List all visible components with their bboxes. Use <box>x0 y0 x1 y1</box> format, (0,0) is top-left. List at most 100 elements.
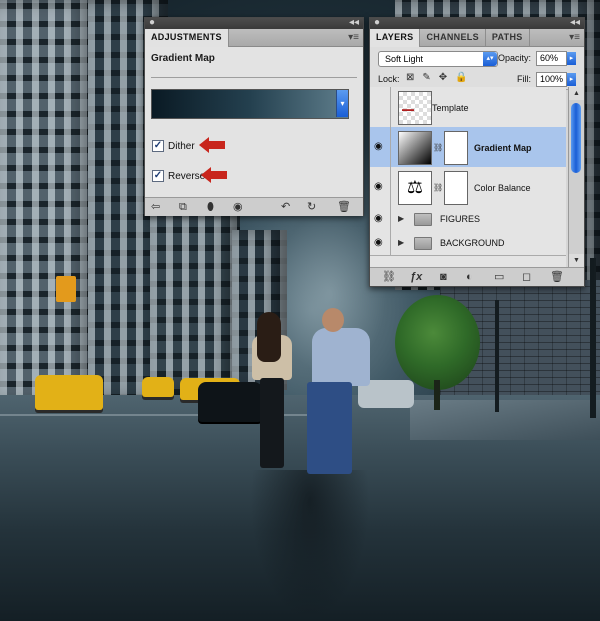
lock-all-icon[interactable]: 🔒 <box>455 72 467 83</box>
layer-color-balance[interactable]: ◉ ⚖ ⛓ Color Balance <box>370 167 566 208</box>
visibility-toggle[interactable]: ◉ <box>370 207 391 231</box>
gradient-dropdown-button[interactable]: ▾ <box>336 90 348 117</box>
dither-option[interactable]: ✓ Dither <box>152 140 195 152</box>
layer-name: FIGURES <box>440 214 481 224</box>
layer-gradient-map[interactable]: ◉ ⛓ Gradient Map <box>370 127 566 168</box>
scroll-up-icon[interactable]: ▲ <box>569 87 584 100</box>
lock-image-icon[interactable]: ✎ <box>422 72 430 83</box>
adjustments-panel: ● ◂◂ ADJUSTMENTS ▾≡ Gradient Map ▾ ✓ Dit… <box>144 17 364 216</box>
clip-to-layer-icon[interactable]: ⬮ <box>207 200 214 214</box>
layer-mask-thumbnail[interactable] <box>444 131 468 165</box>
visibility-toggle[interactable]: ◉ <box>370 127 391 167</box>
reset-icon[interactable]: ↻ <box>307 200 316 214</box>
visibility-toggle[interactable] <box>370 87 391 127</box>
color-balance-scale-icon: ⚖ <box>398 171 432 205</box>
eye-icon[interactable]: ◉ <box>374 213 383 224</box>
layers-footer: ⛓ ƒx ◙ ◐ ▭ ◻ 🗑 <box>370 267 584 286</box>
visibility-toggle[interactable]: ◉ <box>370 167 391 207</box>
layer-mask-thumbnail[interactable] <box>444 171 468 205</box>
layer-name: Gradient Map <box>474 143 532 153</box>
man-legs <box>307 382 352 474</box>
new-group-icon[interactable]: ▭ <box>494 270 504 284</box>
red-arrow-icon <box>201 167 227 183</box>
collapse-panel-icon[interactable]: ◂◂ <box>349 17 359 28</box>
new-layer-icon[interactable]: ◻ <box>522 270 531 284</box>
blend-mode-select[interactable]: Soft Light ▴▾ <box>378 51 498 67</box>
opacity-label: Opacity: <box>498 53 532 63</box>
building-mid <box>150 210 240 395</box>
delete-layer-icon[interactable]: 🗑 <box>550 270 564 284</box>
fill-label: Fill: <box>517 74 531 84</box>
eye-icon[interactable]: ◉ <box>374 181 383 192</box>
expand-group-icon[interactable]: ▶ <box>398 238 404 247</box>
back-arrow-icon[interactable]: ⇦ <box>151 200 160 214</box>
eye-icon[interactable]: ◉ <box>374 237 383 248</box>
eye-icon[interactable]: ◉ <box>374 141 383 152</box>
reverse-option[interactable]: ✓ Reverse <box>152 170 205 182</box>
reverse-checkbox[interactable]: ✓ <box>152 170 164 182</box>
folder-icon <box>414 237 432 250</box>
layer-style-fx-icon[interactable]: ƒx <box>410 270 422 284</box>
collapse-panel-icon[interactable]: ◂◂ <box>570 17 580 28</box>
fill-input[interactable]: 100% <box>536 72 567 87</box>
layer-name: BACKGROUND <box>440 238 505 248</box>
adjustments-body: Gradient Map ▾ ✓ Dither ✓ Reverse <box>145 47 363 197</box>
black-car <box>198 382 262 422</box>
traffic-light <box>56 276 76 302</box>
close-panel-icon[interactable]: ● <box>149 17 155 28</box>
scrollbar-thumb[interactable] <box>571 103 581 173</box>
close-panel-icon[interactable]: ● <box>374 17 380 28</box>
blend-mode-dropdown-icon[interactable]: ▴▾ <box>483 52 497 66</box>
street-lamp <box>495 300 499 412</box>
layer-thumbnail: ▬▬ <box>398 91 432 125</box>
scroll-down-icon[interactable]: ▼ <box>569 254 584 267</box>
add-mask-icon[interactable]: ◙ <box>440 270 447 284</box>
panel-menu-icon[interactable]: ▾≡ <box>348 29 359 46</box>
taxi-2 <box>142 377 174 397</box>
divider <box>151 77 357 78</box>
link-chain-icon[interactable]: ⛓ <box>433 183 443 192</box>
visibility-eye-icon[interactable]: ◉ <box>233 200 243 214</box>
panel-title-bar[interactable]: ● ◂◂ <box>370 17 584 29</box>
opacity-dropdown-icon[interactable]: ▸ <box>567 52 576 65</box>
building-left <box>0 0 95 405</box>
layers-tabs: LAYERS CHANNELS PATHS ▾≡ <box>370 29 584 47</box>
panel-title-bar[interactable]: ● ◂◂ <box>145 17 363 29</box>
lock-transparent-icon[interactable]: ⊠ <box>406 72 414 83</box>
lock-icons: ⊠ ✎ ✥ 🔒 <box>406 72 468 83</box>
trash-icon[interactable]: 🗑 <box>337 200 351 214</box>
dither-checkbox[interactable]: ✓ <box>152 140 164 152</box>
figures-shadow <box>250 470 370 620</box>
template-watermark-icon: ▬▬ <box>402 107 414 113</box>
panel-menu-icon[interactable]: ▾≡ <box>569 29 580 46</box>
link-layers-icon[interactable]: ⛓ <box>382 270 396 284</box>
tab-channels[interactable]: CHANNELS <box>420 29 486 46</box>
red-arrow-icon <box>199 137 225 153</box>
layer-template[interactable]: ▬▬ Template <box>370 87 566 128</box>
layers-panel: ● ◂◂ LAYERS CHANNELS PATHS ▾≡ Soft Light… <box>369 17 585 287</box>
fill-dropdown-icon[interactable]: ▸ <box>567 73 576 86</box>
adjustments-footer: ⇦ ⧉ ⬮ ◉ ↶ ↻ 🗑 <box>145 197 363 216</box>
tab-adjustments[interactable]: ADJUSTMENTS <box>145 29 229 47</box>
link-chain-icon[interactable]: ⛓ <box>433 143 443 152</box>
adjustment-title: Gradient Map <box>151 53 215 64</box>
blend-row: Soft Light ▴▾ Opacity: 60% ▸ <box>370 47 584 69</box>
tab-layers[interactable]: LAYERS <box>370 29 421 47</box>
layer-group-figures[interactable]: ◉ ▶ FIGURES <box>370 207 566 232</box>
opacity-input[interactable]: 60% <box>536 51 567 66</box>
expand-group-icon[interactable]: ▶ <box>398 214 404 223</box>
taxi <box>35 375 103 410</box>
layer-group-background[interactable]: ◉ ▶ BACKGROUND <box>370 231 566 256</box>
view-previous-icon[interactable]: ↶ <box>281 200 290 214</box>
visibility-toggle[interactable]: ◉ <box>370 231 391 255</box>
expand-view-icon[interactable]: ⧉ <box>179 200 187 214</box>
new-adjustment-layer-icon[interactable]: ◐ <box>466 270 473 284</box>
gradient-picker[interactable] <box>151 89 349 119</box>
blend-mode-value: Soft Light <box>385 54 424 64</box>
folder-icon <box>414 213 432 226</box>
lock-position-icon[interactable]: ✥ <box>439 72 447 83</box>
layers-scrollbar[interactable]: ▲ ▼ <box>568 87 584 267</box>
tree-trunk <box>434 380 440 410</box>
tab-paths[interactable]: PATHS <box>486 29 530 46</box>
woman-legs <box>260 378 284 468</box>
